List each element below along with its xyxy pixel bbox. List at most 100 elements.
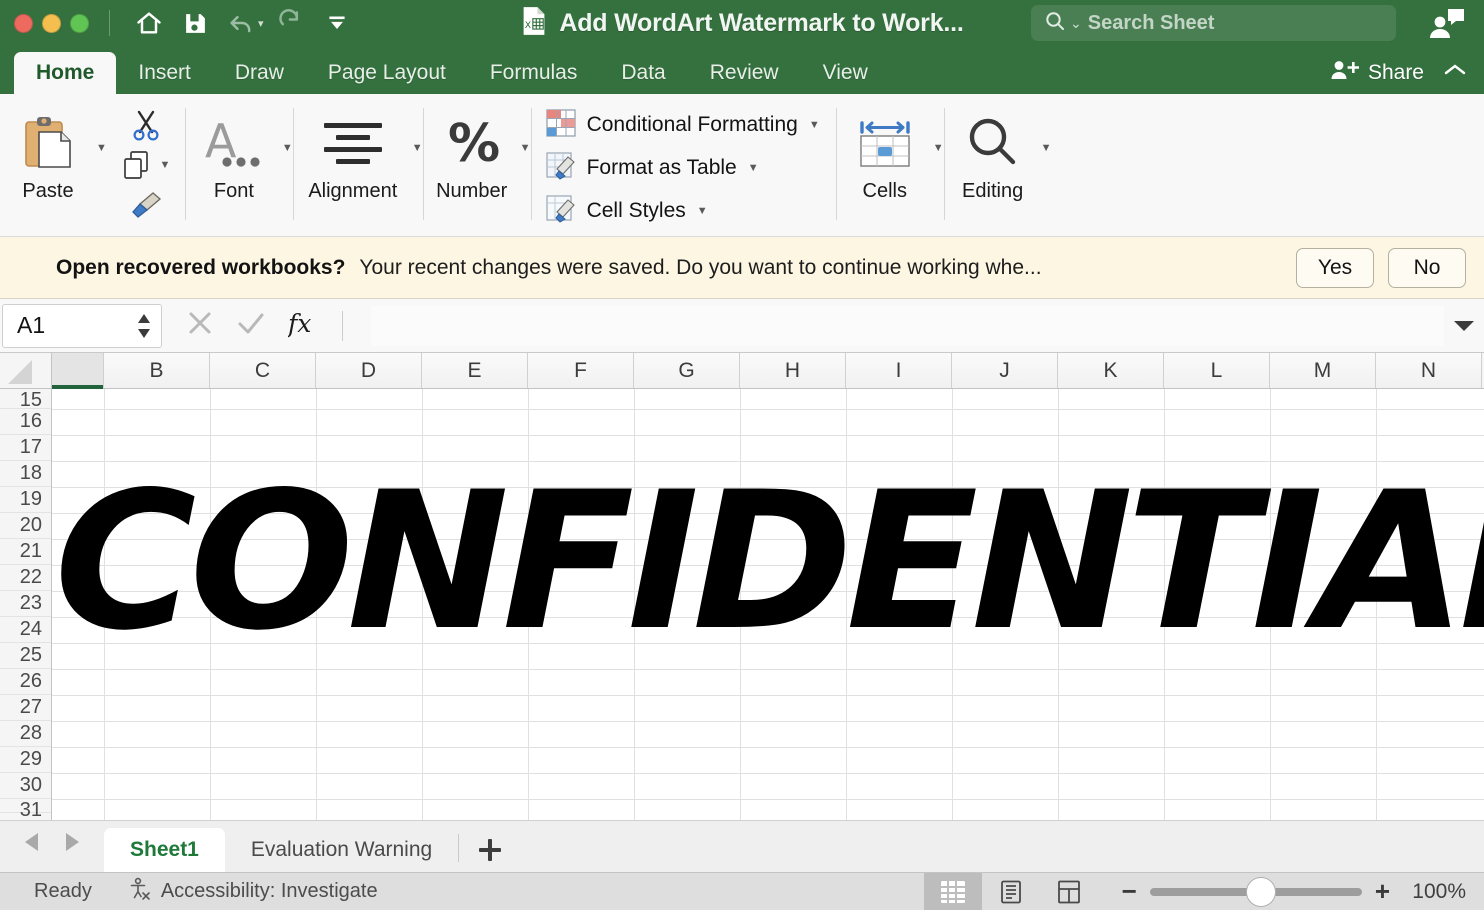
column-header-b[interactable]: B	[104, 353, 210, 388]
format-painter-button[interactable]	[129, 186, 163, 224]
zoom-slider[interactable]	[1150, 888, 1362, 896]
zoom-level-label[interactable]: 100%	[1408, 880, 1484, 904]
column-header-d[interactable]: D	[316, 353, 422, 388]
spreadsheet-grid[interactable]: B C D E F G H I J K L M N 15 16 17 18 19…	[0, 353, 1484, 820]
editing-button[interactable]: Editing	[945, 94, 1041, 203]
add-sheet-button[interactable]	[459, 828, 521, 872]
cell-area[interactable]: CONFIDENTIAL	[52, 389, 1484, 820]
row-header-31[interactable]: 31	[0, 799, 51, 813]
account-icon[interactable]	[1420, 4, 1472, 44]
cell-styles-chevron-down-icon[interactable]: ▼	[697, 205, 708, 217]
name-box-stepper[interactable]	[135, 311, 153, 341]
grid-view-icon[interactable]	[924, 873, 982, 910]
paste-chevron-down-icon[interactable]: ▼	[96, 142, 107, 154]
column-header-f[interactable]: F	[528, 353, 634, 388]
select-all-corner[interactable]	[0, 353, 52, 388]
conditional-formatting-chevron-down-icon[interactable]: ▼	[809, 119, 820, 131]
confirm-check-icon[interactable]	[236, 309, 266, 342]
column-header-k[interactable]: K	[1058, 353, 1164, 388]
search-chevron-down-icon[interactable]: ⌄	[1070, 15, 1082, 32]
share-button[interactable]: Share	[1330, 58, 1424, 88]
column-header-j[interactable]: J	[952, 353, 1058, 388]
accessibility-button[interactable]: Accessibility: Investigate	[92, 877, 378, 907]
row-header-30[interactable]: 30	[0, 773, 51, 799]
cell-styles-button[interactable]: Cell Styles ▼	[546, 192, 820, 230]
row-header-15[interactable]: 15	[0, 389, 51, 409]
recovery-yes-button[interactable]: Yes	[1296, 248, 1374, 288]
column-header-h[interactable]: H	[740, 353, 846, 388]
save-icon[interactable]	[174, 4, 216, 42]
conditional-formatting-button[interactable]: Conditional Formatting ▼	[546, 106, 820, 144]
tab-page-layout[interactable]: Page Layout	[306, 52, 468, 94]
column-header-i[interactable]: I	[846, 353, 952, 388]
chevron-down-icon[interactable]	[1444, 319, 1484, 333]
cut-button[interactable]	[129, 106, 163, 144]
customize-toolbar-icon[interactable]	[316, 4, 358, 42]
search-input[interactable]: ⌄ Search Sheet	[1031, 5, 1396, 41]
font-chevron-down-icon[interactable]: ▼	[282, 142, 293, 154]
fx-icon[interactable]: fx	[288, 308, 316, 343]
alignment-button[interactable]: Alignment	[294, 94, 412, 203]
row-header-26[interactable]: 26	[0, 669, 51, 695]
number-button[interactable]: % Number	[424, 94, 520, 203]
minimize-window-button[interactable]	[42, 14, 61, 33]
row-header-27[interactable]: 27	[0, 695, 51, 721]
triangle-right-icon[interactable]	[62, 831, 82, 858]
maximize-window-button[interactable]	[70, 14, 89, 33]
tab-insert[interactable]: Insert	[116, 52, 213, 94]
row-header-25[interactable]: 25	[0, 643, 51, 669]
paste-button[interactable]: Paste	[0, 94, 96, 203]
undo-chevron-down-icon[interactable]: ▾	[258, 17, 264, 30]
font-button[interactable]: A Font	[186, 94, 282, 203]
row-header-18[interactable]: 18	[0, 461, 51, 487]
name-box[interactable]: A1	[2, 304, 162, 348]
row-header-29[interactable]: 29	[0, 747, 51, 773]
column-header-c[interactable]: C	[210, 353, 316, 388]
home-icon[interactable]	[128, 4, 170, 42]
active-cell[interactable]	[52, 389, 104, 414]
row-header-22[interactable]: 22	[0, 565, 51, 591]
page-layout-icon[interactable]	[982, 873, 1040, 910]
tab-data[interactable]: Data	[599, 52, 687, 94]
tab-draw[interactable]: Draw	[213, 52, 306, 94]
column-header-a[interactable]	[52, 353, 104, 388]
chevron-up-icon[interactable]	[1442, 61, 1468, 84]
zoom-out-button[interactable]: −	[1122, 876, 1137, 907]
formula-input[interactable]	[371, 306, 1444, 346]
tab-home[interactable]: Home	[14, 52, 116, 94]
undo-icon[interactable]	[220, 4, 262, 42]
zoom-slider-thumb[interactable]	[1246, 877, 1276, 907]
sheet-tab-sheet1[interactable]: Sheet1	[104, 828, 225, 872]
zoom-in-button[interactable]: +	[1375, 876, 1390, 907]
format-as-table-chevron-down-icon[interactable]: ▼	[748, 162, 759, 174]
column-header-e[interactable]: E	[422, 353, 528, 388]
close-window-button[interactable]	[14, 14, 33, 33]
format-as-table-button[interactable]: Format as Table ▼	[546, 149, 820, 187]
column-header-m[interactable]: M	[1270, 353, 1376, 388]
row-header-16[interactable]: 16	[0, 409, 51, 435]
row-header-20[interactable]: 20	[0, 513, 51, 539]
wordart-watermark[interactable]: CONFIDENTIAL	[54, 475, 1462, 650]
row-header-21[interactable]: 21	[0, 539, 51, 565]
cells-button[interactable]: Cells	[837, 94, 933, 203]
page-break-icon[interactable]	[1040, 873, 1098, 910]
column-header-g[interactable]: G	[634, 353, 740, 388]
cells-chevron-down-icon[interactable]: ▼	[933, 142, 944, 154]
number-chevron-down-icon[interactable]: ▼	[520, 142, 531, 154]
tab-formulas[interactable]: Formulas	[468, 52, 600, 94]
row-header-19[interactable]: 19	[0, 487, 51, 513]
cancel-x-icon[interactable]	[186, 309, 214, 342]
tab-view[interactable]: View	[801, 52, 890, 94]
redo-icon[interactable]	[270, 4, 312, 42]
column-header-l[interactable]: L	[1164, 353, 1270, 388]
copy-button[interactable]: ▼	[121, 146, 170, 184]
recovery-no-button[interactable]: No	[1388, 248, 1466, 288]
sheet-tab-evaluation-warning[interactable]: Evaluation Warning	[225, 828, 458, 872]
tab-review[interactable]: Review	[688, 52, 801, 94]
column-header-n[interactable]: N	[1376, 353, 1482, 388]
alignment-chevron-down-icon[interactable]: ▼	[412, 142, 423, 154]
row-header-17[interactable]: 17	[0, 435, 51, 461]
editing-chevron-down-icon[interactable]: ▼	[1041, 142, 1052, 154]
row-header-28[interactable]: 28	[0, 721, 51, 747]
row-header-23[interactable]: 23	[0, 591, 51, 617]
